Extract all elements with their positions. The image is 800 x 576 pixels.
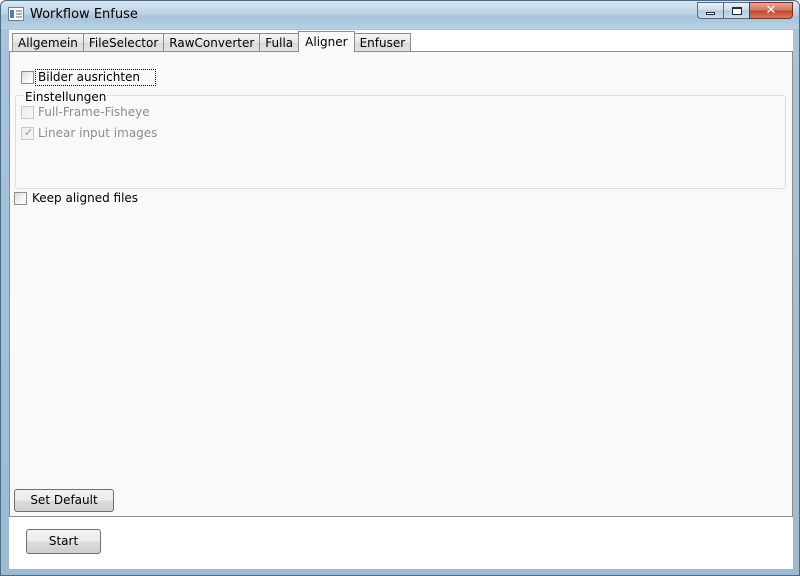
align-images-checkbox[interactable] [21,71,34,84]
linear-input-images-checkbox[interactable]: ✓ [21,126,34,140]
tab-strip: Allgemein FileSelector RawConverter Full… [12,31,412,52]
close-icon: ✕ [765,3,777,18]
maximize-button[interactable] [723,2,749,19]
minimize-button[interactable] [697,2,723,19]
title-bar[interactable]: Workflow Enfuse ✕ [1,1,799,29]
align-images-label[interactable]: Bilder ausrichten [38,70,140,84]
start-button[interactable]: Start [26,529,101,554]
tab-allgemein[interactable]: Allgemein [12,33,84,52]
app-window: Workflow Enfuse ✕ Allgemein FileSelector… [0,0,800,576]
settings-group-header: Einstellungen [24,90,108,104]
full-frame-fisheye-label: Full-Frame-Fisheye [38,105,150,119]
minimize-icon [706,12,715,15]
keep-aligned-files-label[interactable]: Keep aligned files [32,191,138,205]
checkmark-icon: ✓ [24,126,34,139]
set-default-button[interactable]: Set Default [14,489,114,512]
tab-aligner[interactable]: Aligner [298,31,355,52]
tab-rawconverter[interactable]: RawConverter [163,33,261,52]
full-frame-fisheye-checkbox[interactable] [21,106,34,119]
close-button[interactable]: ✕ [749,2,793,19]
linear-input-images-label: Linear input images [38,126,158,140]
keep-aligned-files-checkbox[interactable] [14,192,27,205]
aligner-tab-panel: Bilder ausrichten Einstellungen Full-Fra… [9,51,793,517]
tab-enfuser[interactable]: Enfuser [353,33,412,52]
caption-buttons: ✕ [697,2,793,19]
tab-fulla[interactable]: Fulla [259,33,300,52]
client-area: Allgemein FileSelector RawConverter Full… [9,30,793,569]
tab-fileselector[interactable]: FileSelector [82,33,165,52]
maximize-icon [731,6,742,15]
app-icon[interactable] [8,7,24,21]
window-title: Workflow Enfuse [30,7,138,22]
